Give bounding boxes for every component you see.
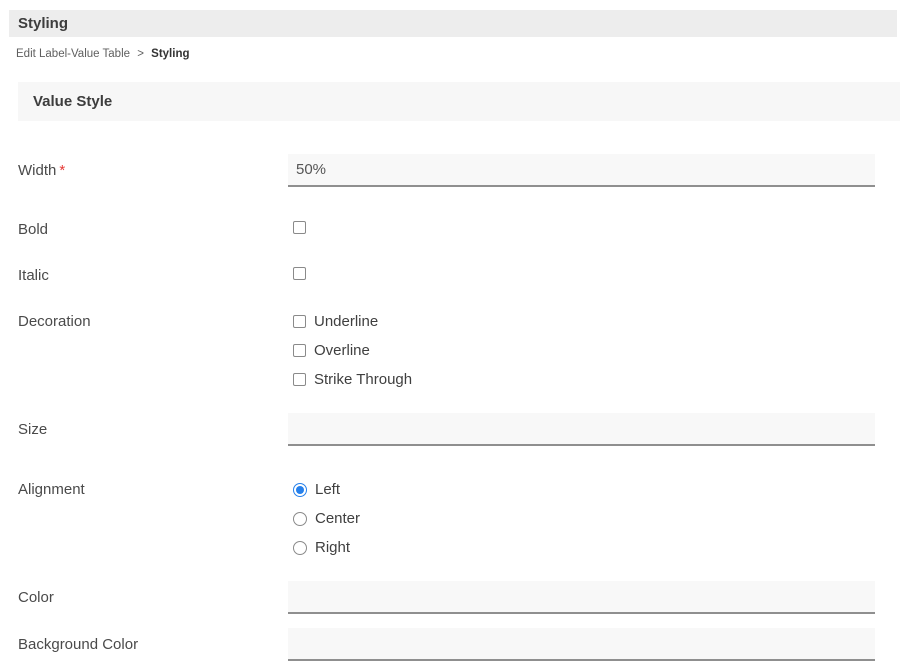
- page-header-bar: Styling: [9, 10, 897, 37]
- right-label: Right: [315, 539, 350, 556]
- section-title: Value Style: [33, 93, 112, 110]
- size-input[interactable]: [288, 413, 875, 446]
- alignment-option-left: Left: [288, 475, 875, 504]
- size-label: Size: [18, 421, 288, 438]
- alignment-option-center: Center: [288, 504, 875, 533]
- size-row: Size: [18, 413, 875, 446]
- required-asterisk: *: [59, 162, 65, 179]
- overline-checkbox[interactable]: [293, 344, 306, 357]
- italic-row: Italic: [18, 261, 875, 290]
- right-radio[interactable]: [293, 541, 307, 555]
- breadcrumb-current: Styling: [151, 48, 189, 60]
- color-row: Color: [18, 581, 875, 614]
- left-radio[interactable]: [293, 483, 307, 497]
- width-label: Width*: [18, 162, 288, 179]
- breadcrumb: Edit Label-Value Table > Styling: [16, 48, 900, 60]
- alignment-option-right: Right: [288, 533, 875, 562]
- background-color-row: Background Color: [18, 628, 875, 661]
- underline-label: Underline: [314, 313, 378, 330]
- color-label: Color: [18, 589, 288, 606]
- decoration-option-strike-through: Strike Through: [288, 365, 875, 394]
- bold-row: Bold: [18, 215, 875, 244]
- decoration-option-overline: Overline: [288, 336, 875, 365]
- value-style-form: Width* Bold Italic Decoration Underline …: [0, 121, 900, 661]
- page-title: Styling: [18, 15, 68, 32]
- center-radio[interactable]: [293, 512, 307, 526]
- underline-checkbox[interactable]: [293, 315, 306, 328]
- alignment-label: Alignment: [18, 475, 288, 504]
- decoration-option-underline: Underline: [288, 307, 875, 336]
- width-input[interactable]: [288, 154, 875, 187]
- breadcrumb-parent-link[interactable]: Edit Label-Value Table: [16, 48, 130, 60]
- overline-label: Overline: [314, 342, 370, 359]
- background-color-label: Background Color: [18, 636, 288, 653]
- breadcrumb-separator: >: [137, 48, 144, 60]
- section-header-value-style: Value Style: [18, 82, 900, 121]
- decoration-row: Decoration Underline Overline Strike Thr…: [18, 307, 875, 394]
- width-row: Width*: [18, 154, 875, 187]
- color-input[interactable]: [288, 581, 875, 614]
- center-label: Center: [315, 510, 360, 527]
- background-color-input[interactable]: [288, 628, 875, 661]
- strike-through-label: Strike Through: [314, 371, 412, 388]
- bold-checkbox[interactable]: [293, 221, 306, 234]
- italic-checkbox[interactable]: [293, 267, 306, 280]
- italic-label: Italic: [18, 267, 288, 284]
- left-label: Left: [315, 481, 340, 498]
- alignment-row: Alignment Left Center Right: [18, 475, 875, 562]
- decoration-label: Decoration: [18, 307, 288, 336]
- bold-label: Bold: [18, 221, 288, 238]
- strike-through-checkbox[interactable]: [293, 373, 306, 386]
